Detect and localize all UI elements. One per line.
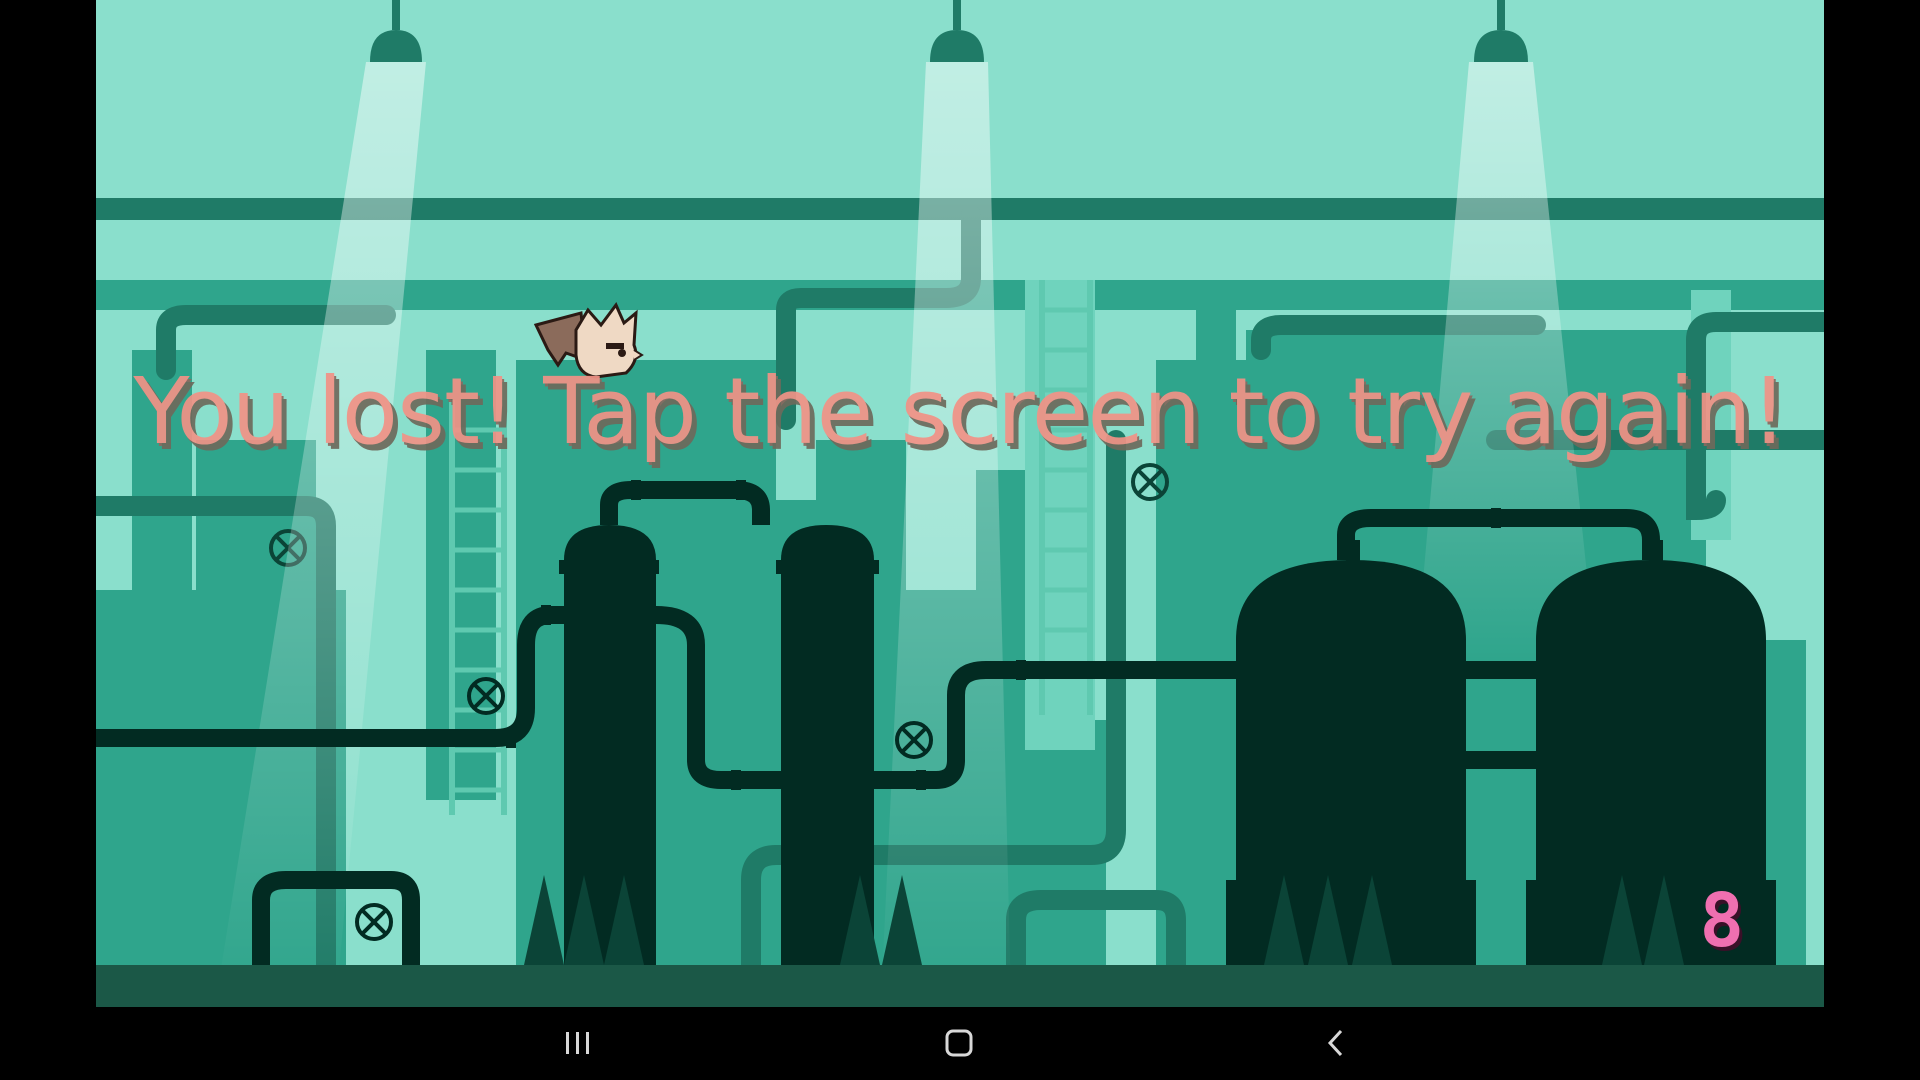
factory-background bbox=[96, 0, 1824, 1007]
recent-apps-button[interactable] bbox=[548, 1021, 608, 1065]
game-over-message: You lost! Tap the screen to try again! bbox=[133, 358, 1787, 465]
ceiling-lamps bbox=[370, 0, 1528, 62]
back-button[interactable] bbox=[1306, 1021, 1366, 1065]
score-counter: 8 bbox=[1699, 878, 1744, 964]
recent-apps-icon bbox=[566, 1032, 589, 1054]
game-canvas[interactable]: You lost! Tap the screen to try again! 8 bbox=[96, 0, 1824, 1007]
android-nav-bar bbox=[0, 1007, 1920, 1080]
ground bbox=[96, 965, 1824, 1007]
back-icon bbox=[1327, 1029, 1343, 1057]
home-icon bbox=[945, 1029, 973, 1057]
home-button[interactable] bbox=[929, 1021, 989, 1065]
